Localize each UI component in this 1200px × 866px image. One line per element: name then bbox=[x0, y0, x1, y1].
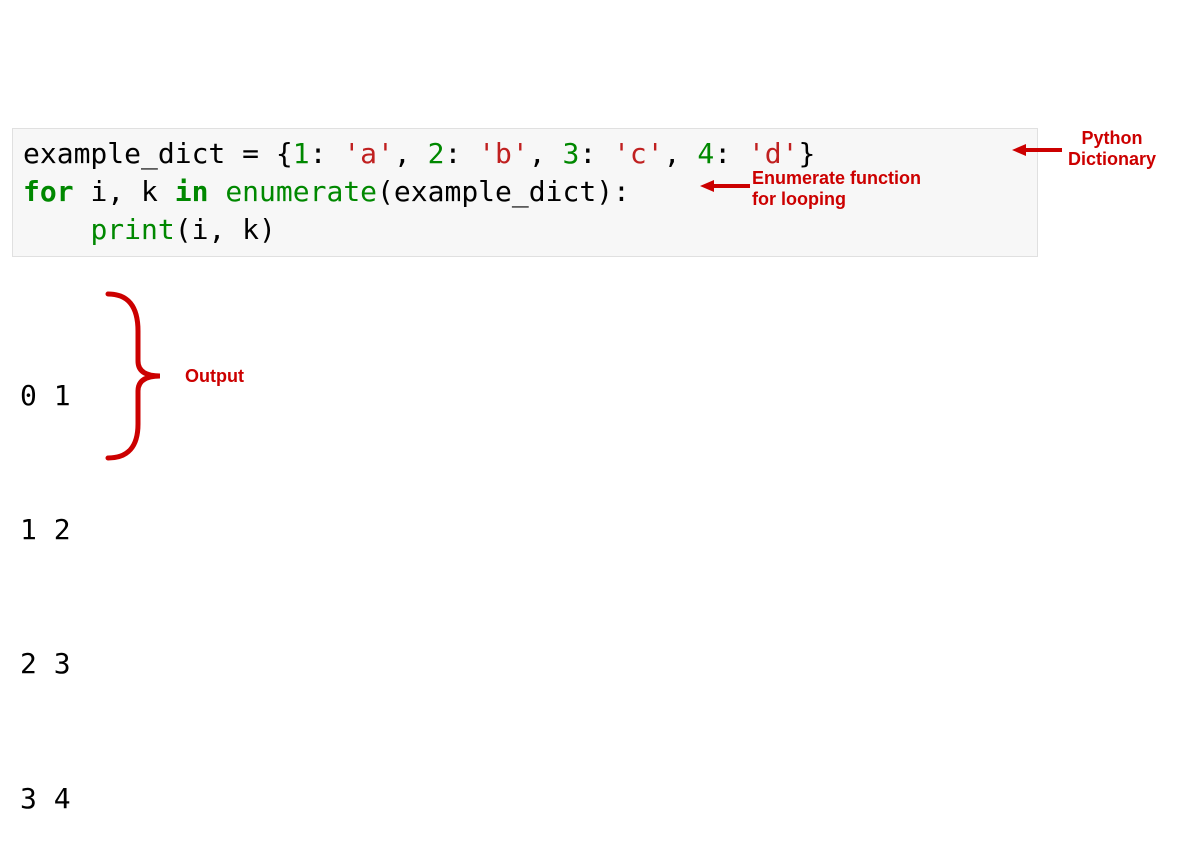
annotation-dict-line-1: Python bbox=[1068, 128, 1156, 149]
key-1: 1 bbox=[293, 137, 310, 170]
brace-close: } bbox=[799, 137, 816, 170]
brace-output-icon bbox=[98, 286, 178, 466]
annotation-dict-line-2: Dictionary bbox=[1068, 149, 1156, 170]
loop-var-i: i bbox=[90, 175, 107, 208]
code-line-3: print(i, k) bbox=[23, 211, 1027, 249]
print-fn: print bbox=[90, 213, 174, 246]
output-line-3: 2 3 bbox=[20, 642, 71, 687]
output-line-2: 1 2 bbox=[20, 508, 71, 553]
val-b: 'b' bbox=[478, 137, 529, 170]
annotation-output: Output bbox=[185, 366, 244, 387]
key-3: 3 bbox=[562, 137, 579, 170]
arrow-dict-icon bbox=[1012, 140, 1062, 160]
output-block: 0 1 1 2 2 3 3 4 bbox=[20, 284, 71, 866]
annotation-python-dictionary: Python Dictionary bbox=[1068, 128, 1156, 169]
enumerate-arg: example_dict bbox=[394, 175, 596, 208]
output-line-1: 0 1 bbox=[20, 374, 71, 419]
arrow-enumerate-icon bbox=[700, 176, 750, 196]
annotation-enum-line-1: Enumerate function bbox=[752, 168, 921, 189]
val-c: 'c' bbox=[613, 137, 664, 170]
assign-op: = bbox=[225, 137, 276, 170]
annotation-enum-line-2: for looping bbox=[752, 189, 921, 210]
print-arg-k: k bbox=[242, 213, 259, 246]
annotation-enumerate-function: Enumerate function for looping bbox=[752, 168, 921, 209]
in-keyword: in bbox=[175, 175, 209, 208]
brace-open: { bbox=[276, 137, 293, 170]
for-keyword: for bbox=[23, 175, 74, 208]
var-name: example_dict bbox=[23, 137, 225, 170]
val-a: 'a' bbox=[343, 137, 394, 170]
output-line-4: 3 4 bbox=[20, 777, 71, 822]
key-4: 4 bbox=[697, 137, 714, 170]
val-d: 'd' bbox=[748, 137, 799, 170]
loop-var-k: k bbox=[141, 175, 158, 208]
print-arg-i: i bbox=[192, 213, 209, 246]
key-2: 2 bbox=[428, 137, 445, 170]
enumerate-fn: enumerate bbox=[225, 175, 377, 208]
